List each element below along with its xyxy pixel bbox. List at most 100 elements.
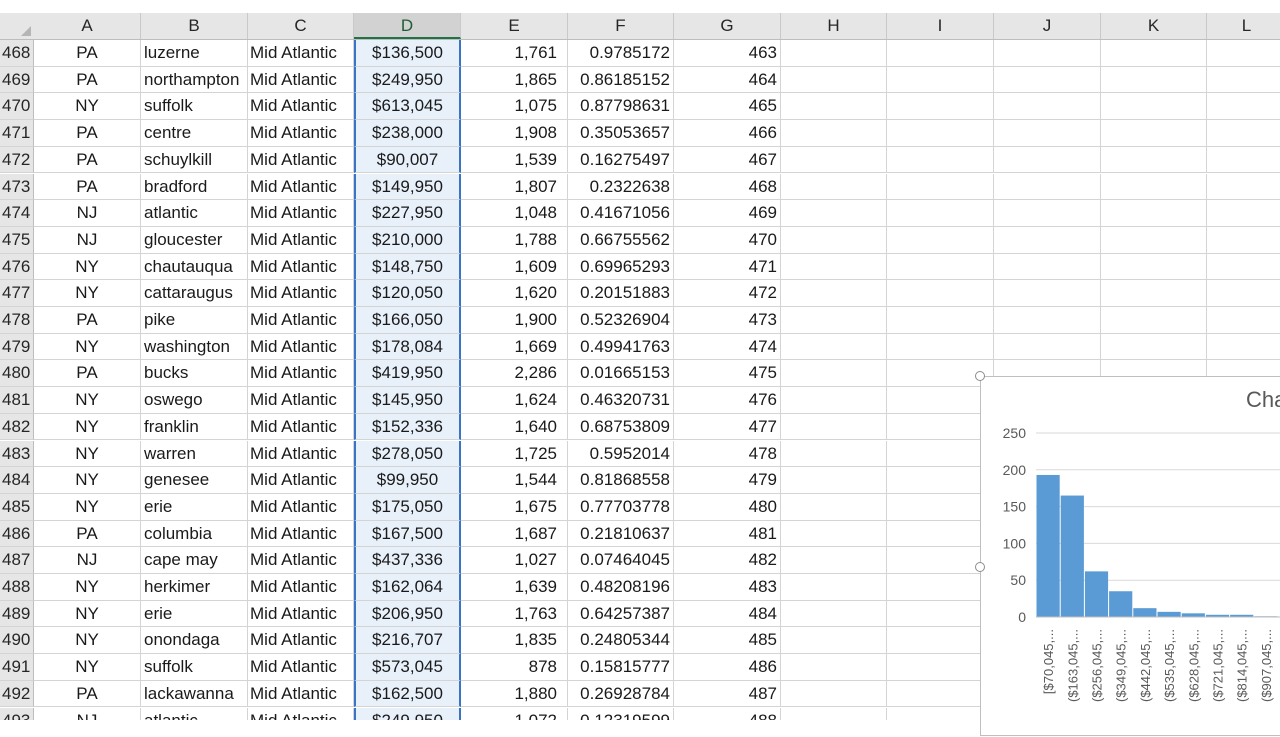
cell-h[interactable] [781, 253, 887, 281]
select-all-button[interactable] [0, 13, 34, 39]
cell-d[interactable]: $573,045 [354, 654, 461, 681]
cell-a[interactable]: NY [34, 440, 141, 468]
cell-d[interactable]: $145,950 [354, 387, 461, 414]
cell-b[interactable]: herkimer [141, 574, 248, 601]
cell-d[interactable]: $120,050 [354, 280, 461, 307]
cell-c[interactable]: Mid Atlantic [248, 600, 354, 628]
cell-l[interactable] [1207, 120, 1280, 147]
cell-g[interactable]: 487 [674, 680, 781, 708]
cell-i[interactable] [887, 307, 994, 334]
cell-b[interactable]: onondaga [141, 627, 248, 655]
cell-i[interactable] [887, 173, 994, 201]
cell-e[interactable]: 1,075 [461, 93, 568, 121]
cell-g[interactable]: 476 [674, 387, 781, 414]
cell-b[interactable]: suffolk [141, 93, 248, 121]
cell-e[interactable]: 1,900 [461, 307, 568, 334]
cell-f[interactable]: 0.07464045 [568, 547, 674, 574]
cell-h[interactable] [781, 307, 887, 334]
cell-a[interactable]: NY [34, 280, 141, 307]
cell-d[interactable]: $90,007 [354, 146, 461, 174]
cell-f[interactable]: 0.9785172 [568, 40, 674, 67]
cell-g[interactable]: 470 [674, 226, 781, 254]
cell-e[interactable]: 1,807 [461, 173, 568, 201]
cell-e[interactable]: 1,675 [461, 493, 568, 521]
row-header[interactable]: 473 [0, 173, 34, 201]
histogram-bar[interactable] [1181, 613, 1205, 617]
cell-e[interactable]: 1,624 [461, 387, 568, 414]
cell-j[interactable] [994, 146, 1101, 174]
cell-f[interactable]: 0.26928784 [568, 680, 674, 708]
cell-a[interactable]: PA [34, 173, 141, 201]
cell-g[interactable]: 465 [674, 93, 781, 121]
column-header-b[interactable]: B [141, 13, 248, 39]
column-header-k[interactable]: K [1101, 13, 1207, 39]
cell-c[interactable]: Mid Atlantic [248, 226, 354, 254]
cell-h[interactable] [781, 93, 887, 121]
cell-c[interactable]: Mid Atlantic [248, 253, 354, 281]
cell-d[interactable]: $238,000 [354, 120, 461, 147]
cell-c[interactable]: Mid Atlantic [248, 387, 354, 414]
cell-i[interactable] [887, 146, 994, 174]
histogram-bar[interactable] [1084, 571, 1109, 617]
cell-d[interactable]: $178,084 [354, 333, 461, 361]
cell-b[interactable]: erie [141, 493, 248, 521]
cell-b[interactable]: bradford [141, 173, 248, 201]
cell-e[interactable]: 1,027 [461, 547, 568, 574]
cell-a[interactable]: NY [34, 627, 141, 655]
cell-j[interactable] [994, 93, 1101, 121]
cell-e[interactable]: 1,865 [461, 66, 568, 94]
cell-k[interactable] [1101, 333, 1207, 361]
cell-f[interactable]: 0.46320731 [568, 387, 674, 414]
cell-b[interactable]: columbia [141, 520, 248, 548]
cell-a[interactable]: NJ [34, 707, 141, 720]
cell-g[interactable]: 481 [674, 520, 781, 548]
cell-d[interactable]: $136,500 [354, 40, 461, 67]
column-header-d[interactable]: D [354, 13, 461, 39]
cell-l[interactable] [1207, 227, 1280, 254]
cell-b[interactable]: gloucester [141, 226, 248, 254]
cell-i[interactable] [887, 387, 994, 414]
cell-g[interactable]: 483 [674, 574, 781, 601]
cell-f[interactable]: 0.21810637 [568, 520, 674, 548]
cell-k[interactable] [1101, 280, 1207, 307]
cell-g[interactable]: 468 [674, 173, 781, 201]
cell-l[interactable] [1207, 174, 1280, 201]
cell-b[interactable]: suffolk [141, 654, 248, 681]
cell-e[interactable]: 1,788 [461, 226, 568, 254]
cell-b[interactable]: erie [141, 600, 248, 628]
cell-k[interactable] [1101, 93, 1207, 121]
cell-e[interactable]: 1,835 [461, 627, 568, 655]
cell-f[interactable]: 0.69965293 [568, 253, 674, 281]
cell-g[interactable]: 467 [674, 146, 781, 174]
cell-c[interactable]: Mid Atlantic [248, 333, 354, 361]
cell-a[interactable]: NY [34, 253, 141, 281]
cell-g[interactable]: 488 [674, 707, 781, 720]
cell-i[interactable] [887, 226, 994, 254]
cell-e[interactable]: 1,609 [461, 253, 568, 281]
column-header-g[interactable]: G [674, 13, 781, 39]
cell-a[interactable]: NY [34, 413, 141, 441]
cell-i[interactable] [887, 627, 994, 655]
cell-a[interactable]: PA [34, 40, 141, 67]
cell-a[interactable]: PA [34, 360, 141, 388]
cell-c[interactable]: Mid Atlantic [248, 680, 354, 708]
cell-c[interactable]: Mid Atlantic [248, 413, 354, 441]
column-header-l[interactable]: L [1207, 13, 1280, 39]
cell-f[interactable]: 0.64257387 [568, 600, 674, 628]
row-header[interactable]: 482 [0, 413, 34, 441]
cell-a[interactable]: PA [34, 66, 141, 94]
cell-b[interactable]: cattaraugus [141, 280, 248, 307]
row-header[interactable]: 474 [0, 200, 34, 227]
cell-i[interactable] [887, 467, 994, 494]
cell-a[interactable]: PA [34, 680, 141, 708]
row-header[interactable]: 477 [0, 280, 34, 307]
cell-d[interactable]: $152,336 [354, 413, 461, 441]
cell-a[interactable]: NY [34, 387, 141, 414]
cell-l[interactable] [1207, 93, 1280, 121]
row-header[interactable]: 485 [0, 493, 34, 521]
cell-g[interactable]: 479 [674, 467, 781, 494]
cell-d[interactable]: $175,050 [354, 493, 461, 521]
cell-b[interactable]: atlantic [141, 707, 248, 720]
cell-g[interactable]: 475 [674, 360, 781, 388]
cell-a[interactable]: NY [34, 574, 141, 601]
